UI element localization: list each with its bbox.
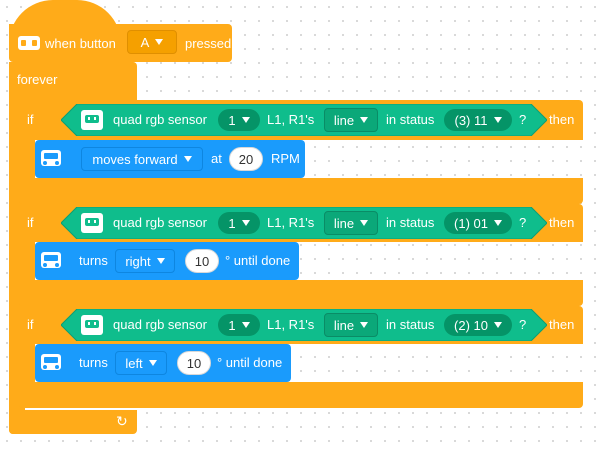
if-label: if [27, 317, 34, 332]
if-footer [19, 280, 583, 306]
if-footer [19, 178, 583, 204]
if-block-1[interactable]: if then quad rgb sensor 1 L1, R1's line … [19, 100, 583, 204]
probes-label: L1, R1's [267, 317, 315, 332]
chevron-down-icon [493, 117, 502, 123]
direction-dropdown[interactable]: moves forward [81, 147, 203, 171]
button-value: A [140, 34, 150, 50]
status-label: in status [386, 215, 435, 230]
sensor-label: quad rgb sensor [113, 112, 207, 127]
robot-icon [41, 150, 61, 166]
degrees-input[interactable]: 10 [185, 249, 219, 273]
if-block-2[interactable]: if then quad rgb sensor 1 L1, R1's line … [19, 204, 583, 306]
chevron-down-icon [493, 220, 502, 226]
if-label: if [27, 215, 34, 230]
question-mark: ? [519, 215, 527, 230]
hat-label-prefix: when button [45, 36, 116, 51]
sensor-index-dropdown[interactable]: 1 [218, 212, 260, 234]
direction-dropdown[interactable]: left [115, 351, 167, 375]
then-label: then [549, 215, 575, 230]
at-label: at [211, 151, 222, 166]
degrees-input[interactable]: 10 [177, 351, 211, 375]
chevron-down-icon [360, 220, 369, 226]
sensor-index-value: 1 [228, 317, 236, 333]
degrees-value: 10 [186, 355, 202, 371]
chevron-down-icon [360, 322, 369, 328]
status-label: in status [386, 317, 435, 332]
chevron-down-icon [241, 322, 250, 328]
chevron-down-icon [493, 322, 502, 328]
status-label: in status [386, 112, 435, 127]
sensor-condition[interactable]: quad rgb sensor 1 L1, R1's line in statu… [61, 207, 547, 239]
probes-label: L1, R1's [267, 215, 315, 230]
forever-label: forever [17, 72, 58, 87]
degrees-value: 10 [194, 253, 210, 269]
mode-dropdown[interactable]: line [324, 313, 378, 337]
robot-icon [41, 252, 61, 268]
mode-value: line [333, 112, 355, 128]
mode-value: line [333, 215, 355, 231]
rgb-sensor-icon [81, 213, 103, 233]
turn-action-block[interactable]: turns right 10 ° until done [35, 242, 299, 280]
loop-arrow-icon: ↻ [116, 413, 128, 429]
then-label: then [549, 317, 575, 332]
when-button-pressed-block[interactable]: when button A pressed [9, 0, 232, 62]
hat-label-suffix: pressed [185, 36, 232, 51]
speed-input[interactable]: 20 [229, 147, 263, 171]
chevron-down-icon [155, 39, 164, 45]
chevron-down-icon [183, 156, 192, 162]
turns-label: turns [79, 253, 108, 268]
question-mark: ? [519, 317, 527, 332]
chevron-down-icon [148, 360, 157, 366]
if-block-3[interactable]: if then quad rgb sensor 1 L1, R1's line … [19, 306, 583, 408]
status-value: (1) 01 [454, 215, 488, 231]
chevron-down-icon [241, 220, 250, 226]
status-value: (2) 10 [454, 317, 488, 333]
sensor-condition[interactable]: quad rgb sensor 1 L1, R1's line in statu… [61, 104, 547, 136]
if-footer [19, 382, 583, 408]
chevron-down-icon [360, 117, 369, 123]
turn-action-block[interactable]: turns left 10 ° until done [35, 344, 291, 382]
status-dropdown[interactable]: (1) 01 [444, 212, 512, 234]
mode-value: line [333, 317, 355, 333]
rgb-sensor-icon [81, 110, 103, 130]
button-select-dropdown[interactable]: A [127, 30, 177, 54]
until-done-label: ° until done [217, 355, 283, 370]
direction-value: right [125, 253, 151, 269]
button-board-icon [18, 36, 40, 50]
rgb-sensor-icon [81, 315, 103, 335]
mode-dropdown[interactable]: line [324, 211, 378, 235]
sensor-label: quad rgb sensor [113, 317, 207, 332]
mode-dropdown[interactable]: line [324, 108, 378, 132]
direction-dropdown[interactable]: right [115, 249, 175, 273]
direction-value: left [125, 355, 143, 371]
turns-label: turns [79, 355, 108, 370]
chevron-down-icon [156, 258, 165, 264]
then-label: then [549, 112, 575, 127]
question-mark: ? [519, 112, 527, 127]
status-dropdown[interactable]: (3) 11 [444, 109, 512, 131]
sensor-index-value: 1 [228, 215, 236, 231]
move-action-block[interactable]: moves forward at 20 RPM [35, 140, 305, 178]
sensor-index-dropdown[interactable]: 1 [218, 314, 260, 336]
unit-label: RPM [271, 151, 300, 166]
chevron-down-icon [241, 117, 250, 123]
direction-value: moves forward [92, 151, 178, 167]
if-label: if [27, 112, 34, 127]
sensor-index-dropdown[interactable]: 1 [218, 109, 260, 131]
sensor-condition[interactable]: quad rgb sensor 1 L1, R1's line in statu… [61, 309, 547, 341]
speed-value: 20 [238, 151, 254, 167]
probes-label: L1, R1's [267, 112, 315, 127]
until-done-label: ° until done [225, 253, 291, 268]
status-dropdown[interactable]: (2) 10 [444, 314, 512, 336]
sensor-index-value: 1 [228, 112, 236, 128]
sensor-label: quad rgb sensor [113, 215, 207, 230]
robot-icon [41, 354, 61, 370]
status-value: (3) 11 [454, 112, 488, 128]
